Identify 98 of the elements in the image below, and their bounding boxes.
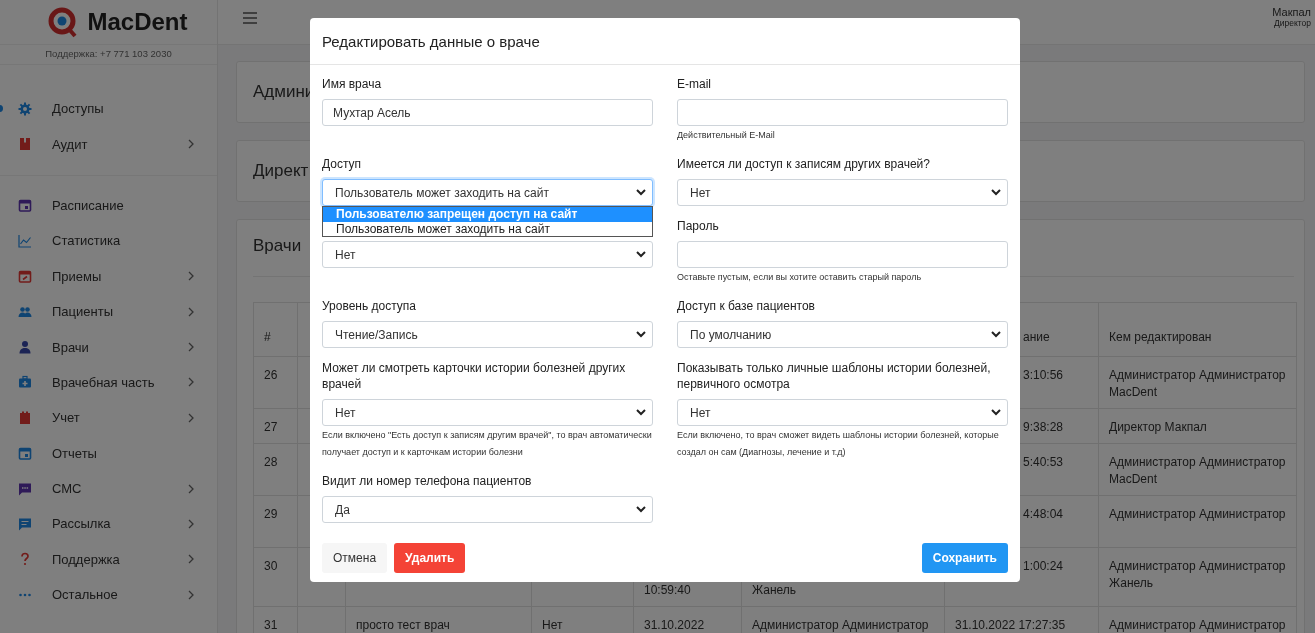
table-cell: 27 <box>264 420 278 434</box>
field-label: Может ли смотреть карточки истории болезней других врачей <box>322 360 627 392</box>
table-cell: 31.10.2022 <box>644 618 705 632</box>
help-text: Если включено "Есть доступ к записям другим врачей", то врач автоматически получает доступ и к карточкам истории болезни <box>322 429 653 459</box>
help-icon <box>18 552 32 567</box>
sidebar-item[interactable]: Врачебная часть <box>0 364 217 401</box>
column-header: Кем редактирован <box>1109 330 1212 344</box>
calendar-icon <box>18 446 32 461</box>
sidebar-item[interactable]: СМС <box>0 470 217 507</box>
sidebar-item[interactable]: Статистика <box>0 223 217 259</box>
calendar-icon <box>18 198 32 213</box>
select-field[interactable]: По умолчанию <box>677 321 1008 348</box>
caret-icon <box>991 189 1001 196</box>
field-label: E-mail <box>677 76 712 92</box>
cancel-button[interactable]: Отмена <box>322 543 388 573</box>
field-label: Доступ <box>322 156 363 172</box>
select-field[interactable]: Нет <box>322 241 653 268</box>
logo-text: MacDent <box>87 8 188 36</box>
sidebar-item[interactable]: Остальное <box>0 577 217 613</box>
table-cell: 28 <box>264 455 278 469</box>
table-cell: Администратор Администратор <box>752 618 929 632</box>
chat-icon <box>18 517 32 531</box>
field-label: Пароль <box>677 218 720 234</box>
table-cell: Администратор Администратор <box>1109 507 1286 521</box>
field-label: Уровень доступа <box>322 298 418 314</box>
field-label: Доступ к базе пациентов <box>677 298 816 314</box>
save-button[interactable]: Сохранить <box>921 543 1008 573</box>
select-field[interactable]: Да <box>322 496 653 523</box>
chat-icon <box>18 481 32 496</box>
people-icon <box>18 304 32 319</box>
help-text: Если включено, то врач сможет видеть шаблоны истории болезней, которые создал он сам (Диагнозы, лечение и т.д) <box>677 429 1000 459</box>
modal-title: Редактировать данные о враче <box>322 33 541 50</box>
book-icon <box>18 410 32 425</box>
sidebar-item[interactable]: Доступы <box>0 91 217 127</box>
input-field[interactable]: Мухтар Асель <box>322 99 653 126</box>
table-cell: 5:40:53 <box>1023 455 1064 469</box>
column-header: ание <box>1023 330 1050 344</box>
caret-icon <box>991 409 1001 416</box>
table-cell: 31 <box>264 618 278 632</box>
sidebar-item[interactable]: Пациенты <box>0 293 217 330</box>
table-cell: 29 <box>264 507 278 521</box>
table-cell: 30 <box>264 559 278 573</box>
table-cell: 4:48:04 <box>1023 507 1064 521</box>
help-text: Действительный E-Mail <box>677 129 776 142</box>
table-cell: 31.10.2022 17:27:35 <box>955 618 1066 632</box>
table-cell: Нет <box>542 618 563 632</box>
delete-button[interactable]: Удалить <box>394 543 466 573</box>
sidebar-item[interactable]: Приемы <box>0 258 217 294</box>
dropdown-option[interactable]: Пользователю запрещен доступ на сайт <box>323 207 652 222</box>
user-name: Макпал <box>1272 6 1311 18</box>
table-cell: Администратор Администратор <box>1109 618 1286 632</box>
table-cell: Администратор Администратор Жанель <box>1109 559 1286 590</box>
input-field[interactable] <box>677 241 1008 268</box>
sidebar-item[interactable]: Рассылка <box>0 506 217 542</box>
table-cell: Администратор Администратор MacDent <box>1109 368 1286 399</box>
table-cell: 10:59:40 <box>644 583 691 597</box>
select-field[interactable]: Нет <box>677 399 1008 426</box>
input-field[interactable] <box>677 99 1008 126</box>
table-cell: 9:38:28 <box>1023 420 1064 434</box>
select-field[interactable]: Чтение/Запись <box>322 321 653 348</box>
sidebar-item[interactable]: Врачи <box>0 329 217 365</box>
table-cell: просто тест врач <box>356 618 450 632</box>
caret-icon <box>636 331 646 338</box>
card-title: Директ <box>253 161 309 181</box>
sidebar-item[interactable]: Аудит <box>0 126 217 162</box>
table-cell: Директор Макпал <box>1109 420 1207 434</box>
sidebar-item[interactable]: Расписание <box>0 187 217 224</box>
field-label: Показывать только личные шаблоны истории болезней, первичного осмотра <box>677 360 992 392</box>
select-field[interactable]: Нет <box>677 179 1008 206</box>
table-cell: Администратор Администратор MacDent <box>1109 455 1286 486</box>
calendar-icon <box>18 269 32 284</box>
support-phone: Поддержка: +7 771 103 2030 <box>0 45 217 65</box>
book-icon <box>18 137 32 152</box>
dropdown-option[interactable]: Пользователь может заходить на сайт <box>323 221 652 236</box>
user-role: Директор <box>1272 18 1311 28</box>
field-label: Имеется ли доступ к записям других врачей? <box>677 156 931 172</box>
column-header: # <box>264 330 271 344</box>
person-icon <box>18 340 32 355</box>
select-field[interactable]: Нет <box>322 399 653 426</box>
field-label: Видит ли номер телефона пациентов <box>322 473 533 489</box>
table-cell: Жанель <box>752 583 797 597</box>
table-cell: 26 <box>264 368 278 382</box>
table-cell: 3:10:56 <box>1023 368 1064 382</box>
menu-icon <box>243 12 257 24</box>
gear-icon <box>18 101 32 116</box>
table-cell: 1:00:24 <box>1023 559 1064 573</box>
sidebar-item[interactable]: Отчеты <box>0 435 217 471</box>
caret-icon <box>636 189 646 196</box>
field-label: Имя врача <box>322 76 383 92</box>
caret-icon <box>991 331 1001 338</box>
caret-icon <box>636 506 646 513</box>
line-chart-icon <box>18 233 32 248</box>
sidebar-item[interactable]: Учет <box>0 400 217 436</box>
caret-icon <box>636 409 646 416</box>
select-field[interactable]: Пользователь может заходить на сайт <box>322 179 653 206</box>
medkit-icon <box>18 375 32 390</box>
caret-icon <box>636 251 646 258</box>
sidebar-item[interactable]: Поддержка <box>0 541 217 578</box>
